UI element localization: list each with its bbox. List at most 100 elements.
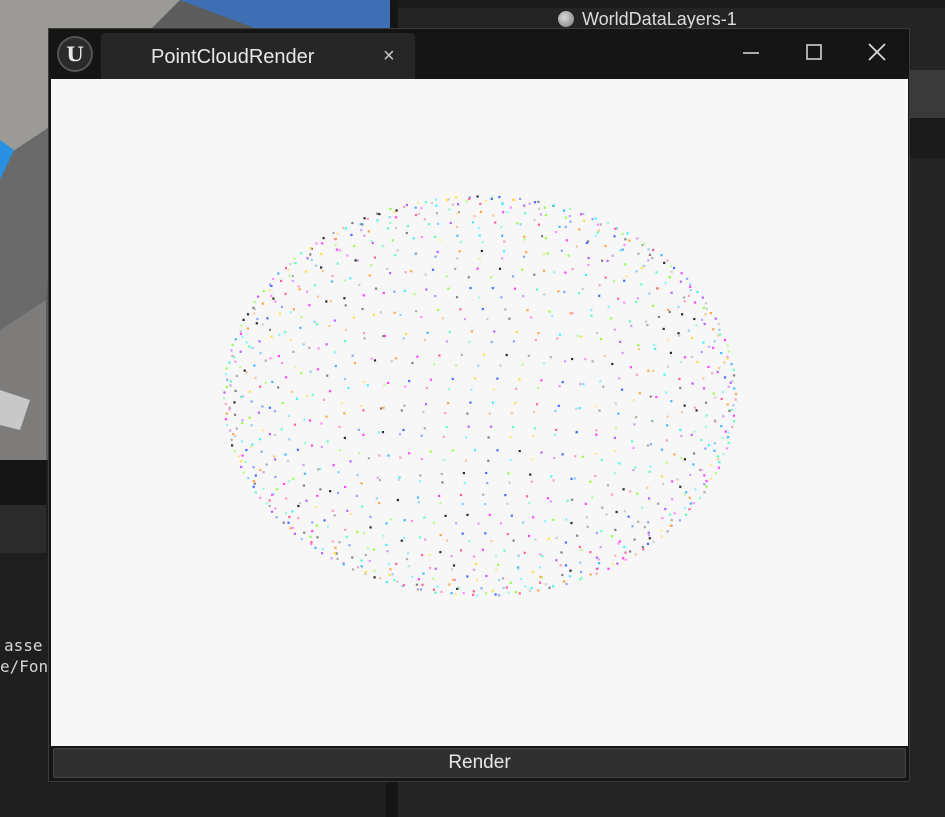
point <box>254 474 257 477</box>
point <box>393 579 396 582</box>
title-bar[interactable]: U PointCloudRender × <box>49 29 909 79</box>
point <box>512 539 515 542</box>
point <box>683 493 686 496</box>
point <box>561 453 564 456</box>
point <box>589 551 592 554</box>
point <box>410 270 413 273</box>
point <box>635 373 638 376</box>
point <box>518 592 521 595</box>
point <box>523 235 526 238</box>
point <box>690 336 693 339</box>
point <box>713 419 716 422</box>
point <box>515 387 518 390</box>
point <box>662 327 665 330</box>
point <box>722 453 725 456</box>
point <box>480 249 483 253</box>
point <box>259 468 262 472</box>
point <box>374 287 378 290</box>
point <box>259 352 262 355</box>
point <box>703 491 706 494</box>
point <box>294 366 297 369</box>
point <box>343 485 347 489</box>
point <box>378 454 381 457</box>
point <box>496 449 499 452</box>
point <box>709 463 712 466</box>
point <box>298 288 301 291</box>
point <box>241 440 244 443</box>
point <box>603 355 606 358</box>
point <box>423 218 426 221</box>
point <box>433 363 436 366</box>
point <box>463 318 467 321</box>
point <box>382 291 385 295</box>
point <box>485 471 488 475</box>
point <box>388 573 391 576</box>
point <box>506 502 509 505</box>
point <box>330 280 334 283</box>
point <box>316 536 319 539</box>
point <box>514 591 518 594</box>
point <box>262 471 265 474</box>
minimize-button[interactable] <box>731 35 771 69</box>
point <box>642 548 645 551</box>
point <box>303 418 306 421</box>
point <box>352 316 355 319</box>
point <box>387 381 390 384</box>
point <box>636 237 639 240</box>
point <box>336 557 339 560</box>
point <box>419 588 423 591</box>
point <box>585 516 588 519</box>
point <box>314 264 317 267</box>
point <box>596 231 599 234</box>
point <box>716 458 720 461</box>
point <box>436 250 439 254</box>
point <box>434 198 437 201</box>
point <box>407 565 410 568</box>
point <box>602 385 605 388</box>
point-cloud-render-window: U PointCloudRender × Render <box>48 28 910 782</box>
point <box>649 465 652 468</box>
point <box>708 345 711 348</box>
point <box>434 235 437 238</box>
point <box>598 284 601 287</box>
point <box>375 497 378 500</box>
point <box>512 426 515 429</box>
point <box>703 322 706 326</box>
point <box>309 535 312 538</box>
point <box>614 554 617 557</box>
point <box>573 477 576 480</box>
point <box>565 518 568 521</box>
point <box>530 586 533 590</box>
render-button[interactable]: Render <box>53 748 906 778</box>
point <box>673 512 676 515</box>
point <box>429 450 432 453</box>
maximize-button[interactable] <box>794 35 834 69</box>
point <box>696 291 699 294</box>
point <box>349 460 352 463</box>
point <box>426 331 429 334</box>
point <box>566 499 569 502</box>
point <box>604 244 607 248</box>
close-button[interactable] <box>857 35 897 69</box>
point <box>492 388 495 391</box>
point <box>253 307 256 310</box>
point <box>437 222 440 225</box>
point <box>564 360 567 363</box>
point <box>595 433 598 436</box>
point <box>310 541 313 544</box>
point <box>522 295 525 298</box>
point <box>578 407 581 410</box>
point <box>478 257 481 260</box>
point <box>230 349 233 352</box>
point <box>275 488 279 491</box>
point <box>438 354 441 357</box>
point <box>523 212 526 215</box>
tab-close-icon[interactable]: × <box>383 45 395 68</box>
point <box>578 292 581 295</box>
tab-point-cloud-render[interactable]: PointCloudRender × <box>101 33 415 79</box>
close-icon <box>868 43 886 61</box>
outliner-item[interactable]: WorldDataLayers-1 <box>558 8 737 30</box>
point <box>253 364 256 367</box>
point <box>393 210 396 213</box>
point <box>506 211 509 214</box>
